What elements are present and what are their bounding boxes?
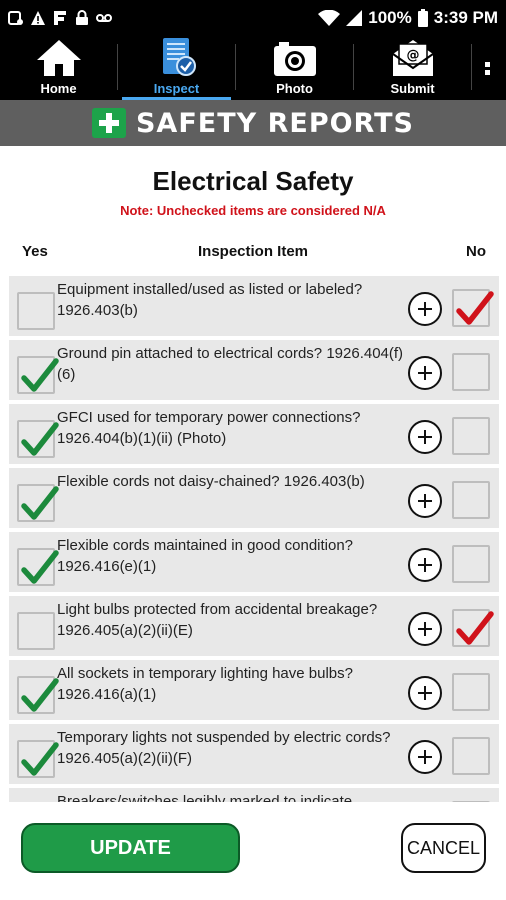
banner-title: SAFETY REPORTS — [135, 107, 414, 139]
column-header-no: No — [466, 243, 486, 260]
page-title: Electrical Safety — [152, 166, 354, 196]
no-checkbox[interactable] — [452, 737, 490, 775]
page-note: Note: Unchecked items are considered N/A — [120, 203, 386, 218]
nav-home[interactable]: Home — [0, 36, 117, 100]
yes-checkbox[interactable] — [17, 676, 59, 714]
plus-icon — [418, 686, 432, 700]
inspection-row: GFCI used for temporary power connection… — [9, 404, 499, 464]
inspection-row: Temporary lights not suspended by electr… — [9, 724, 499, 784]
mail-icon: @ — [391, 40, 434, 76]
inspection-row: Flexible cords maintained in good condit… — [9, 532, 499, 592]
inspection-row: Ground pin attached to electrical cords?… — [9, 340, 499, 400]
notification-icons — [8, 10, 112, 26]
yes-checkbox[interactable] — [17, 548, 59, 586]
signal-icon — [346, 10, 363, 26]
no-checkbox[interactable] — [452, 417, 490, 455]
column-headers: Inspection Item Yes No — [0, 243, 506, 265]
inspection-item-text: Light bulbs protected from accidental br… — [57, 601, 378, 639]
yes-checkbox[interactable] — [17, 420, 59, 458]
record-icon — [8, 11, 23, 25]
status-bar: 100% 3:39 PM — [0, 0, 506, 36]
nav-submit-label: Submit — [390, 81, 435, 96]
inspection-item-text: Ground pin attached to electrical cords?… — [57, 345, 404, 383]
checkmark-icon — [21, 550, 59, 584]
plus-icon — [418, 430, 432, 444]
inspection-row: Light bulbs protected from accidental br… — [9, 596, 499, 656]
inspection-item-text: Breakers/switches legibly marked to indi… — [57, 793, 353, 802]
inspection-item-text: Equipment installed/used as listed or la… — [57, 281, 363, 319]
no-checkbox[interactable] — [452, 609, 494, 647]
checkmark-icon — [21, 358, 59, 392]
cancel-button[interactable]: CANCEL — [401, 823, 486, 873]
clipboard-check-icon — [162, 38, 196, 76]
checkmark-icon — [456, 611, 494, 645]
plus-icon — [418, 558, 432, 572]
column-header-yes: Yes — [22, 243, 48, 260]
add-note-button[interactable] — [408, 740, 442, 774]
checkmark-icon — [21, 486, 59, 520]
add-note-button[interactable] — [408, 484, 442, 518]
app-banner: SAFETY REPORTS — [0, 100, 506, 146]
camera-icon — [273, 42, 316, 76]
battery-level: 100% — [368, 8, 412, 27]
column-header-item: Inspection Item — [197, 243, 309, 260]
inspection-item-text: Flexible cords maintained in good condit… — [57, 537, 354, 575]
yes-checkbox[interactable] — [17, 292, 55, 330]
nav-inspect-label: Inspect — [153, 81, 200, 96]
status-indicators: 100% 3:39 PM — [318, 8, 498, 28]
nav-home-label: Home — [40, 81, 77, 96]
nav-photo-label: Photo — [276, 81, 313, 96]
checkmark-icon — [21, 742, 59, 776]
inspection-row: All sockets in temporary lighting have b… — [9, 660, 499, 720]
no-checkbox[interactable] — [452, 673, 490, 711]
inspection-list[interactable]: Equipment installed/used as listed or la… — [9, 276, 499, 802]
battery-icon — [417, 9, 428, 27]
nav-bar: Home Inspect Photo @ Submit — [0, 36, 506, 100]
add-note-button[interactable] — [408, 612, 442, 646]
plus-icon — [418, 750, 432, 764]
plus-cross-icon — [91, 108, 126, 138]
nav-photo[interactable]: Photo — [236, 36, 353, 100]
inspection-item-text: All sockets in temporary lighting have b… — [57, 665, 353, 703]
nav-more-icon[interactable] — [472, 36, 502, 100]
checkmark-icon — [21, 422, 59, 456]
no-checkbox[interactable] — [452, 545, 490, 583]
add-note-button[interactable] — [408, 356, 442, 390]
yes-checkbox[interactable] — [17, 740, 59, 778]
plus-icon — [418, 494, 432, 508]
checkmark-icon — [21, 678, 59, 712]
home-icon — [36, 40, 81, 76]
inspection-row: Breakers/switches legibly marked to indi… — [9, 788, 499, 802]
add-note-button[interactable] — [408, 420, 442, 454]
wifi-icon — [318, 10, 341, 26]
plus-icon — [418, 366, 432, 380]
voicemail-icon — [96, 14, 112, 22]
inspection-row: Equipment installed/used as listed or la… — [9, 276, 499, 336]
inspection-item-text: Temporary lights not suspended by electr… — [57, 729, 391, 767]
yes-checkbox[interactable] — [17, 484, 59, 522]
checkmark-icon — [456, 291, 494, 325]
yes-checkbox[interactable] — [17, 356, 59, 394]
update-button[interactable]: UPDATE — [21, 823, 240, 873]
plus-icon — [418, 622, 432, 636]
font-icon — [54, 11, 66, 25]
no-checkbox[interactable] — [452, 481, 490, 519]
no-checkbox[interactable] — [452, 801, 490, 802]
svg-text:@: @ — [406, 48, 419, 63]
add-note-button[interactable] — [408, 676, 442, 710]
lock-icon — [76, 10, 88, 25]
no-checkbox[interactable] — [452, 353, 490, 391]
add-note-button[interactable] — [408, 292, 442, 326]
inspection-item-text: Flexible cords not daisy-chained? 1926.4… — [57, 473, 365, 490]
plus-icon — [418, 302, 432, 316]
yes-checkbox[interactable] — [17, 612, 55, 650]
inspection-row: Flexible cords not daisy-chained? 1926.4… — [9, 468, 499, 528]
inspection-item-text: GFCI used for temporary power connection… — [57, 409, 361, 447]
nav-submit[interactable]: @ Submit — [354, 36, 471, 100]
add-note-button[interactable] — [408, 548, 442, 582]
no-checkbox[interactable] — [452, 289, 494, 327]
alert-icon — [31, 11, 45, 25]
nav-inspect[interactable]: Inspect — [118, 36, 235, 100]
clock: 3:39 PM — [433, 8, 498, 27]
